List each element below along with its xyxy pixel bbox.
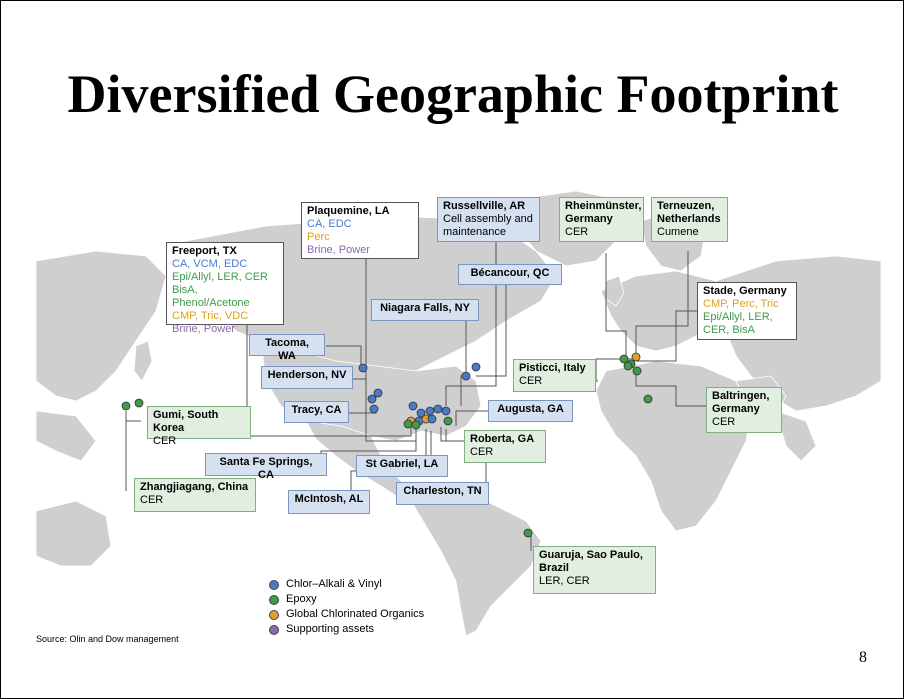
box-rheinmunster: Rheinmünster, Germany CER [559,197,644,242]
terneuzen-title: Netherlands [657,213,721,225]
augusta-title: Augusta, GA [497,403,564,415]
russellville-line: maintenance [443,226,506,238]
legend-item: Supporting assets [269,622,424,637]
box-terneuzen: Terneuzen, Netherlands Cumene [651,197,728,242]
slide-title: Diversified Geographic Footprint [67,64,839,124]
freeport-line: BisA, Phenol/Acetone [172,284,250,309]
box-santafe: Santa Fe Springs, CA [205,453,327,481]
box-russellville: Russellville, AR Cell assembly and maint… [437,197,540,242]
box-gumi: Gumi, South Korea CER [147,406,251,447]
plaquemine-line: CA, EDC [307,218,352,230]
terneuzen-title: Terneuzen, [657,200,715,212]
gumi-title: Gumi, South Korea [153,409,219,434]
legend-label: Supporting assets [286,623,375,635]
page-number: 8 [859,649,867,666]
zhangjiagang-line: CER [140,494,164,506]
rheinmunster-title: Rheinmünster, [565,200,642,212]
slide: Diversified Geographic Footprint Freepor… [0,0,904,699]
box-augusta: Augusta, GA [488,400,573,422]
plaquemine-line: Perc [307,231,330,243]
legend-item: Global Chlorinated Organics [269,607,424,622]
legend-dot [269,624,279,635]
becancour-title: Bécancour, QC [470,267,550,279]
box-zhangjiagang: Zhangjiagang, China CER [134,478,256,512]
box-tracy: Tracy, CA [284,401,349,423]
stade-line: CMP, Perc, Tric [703,298,779,310]
tracy-title: Tracy, CA [291,404,342,416]
guaruja-line: LER, CER [539,575,590,587]
box-mcintosh: McIntosh, AL [288,490,370,514]
box-baltringen: Baltringen, Germany CER [706,387,782,433]
legend-dot [269,609,279,620]
plaquemine-line: Brine, Power [307,244,370,256]
legend-item: Chlor–Alkali & Vinyl [269,577,424,592]
legend-label: Chlor–Alkali & Vinyl [286,578,382,590]
box-pisticci: Pisticci, Italy CER [513,359,596,392]
box-plaquemine: Plaquemine, LA CA, EDC Perc Brine, Power [301,202,419,259]
zhangjiagang-title: Zhangjiagang, China [140,481,249,493]
baltringen-title: Baltringen, [712,390,770,402]
source-note: Source: Olin and Dow management [36,634,179,644]
henderson-title: Henderson, NV [267,369,347,381]
roberta-title: Roberta, GA [470,433,535,445]
freeport-line: CA, VCM, EDC [172,258,248,270]
legend-label: Epoxy [286,593,317,605]
russellville-title: Russellville, AR [443,200,526,212]
stgabriel-title: St Gabriel, LA [365,458,439,470]
box-stgabriel: St Gabriel, LA [356,455,448,477]
freeport-title: Freeport, TX [172,245,237,257]
box-becancour: Bécancour, QC [458,264,562,285]
stade-line: CER, BisA [703,324,755,336]
rheinmunster-title: Germany [565,213,613,225]
roberta-line: CER [470,446,494,458]
tacoma-title: Tacoma, WA [265,337,309,362]
box-stade: Stade, Germany CMP, Perc, Tric Epi/Allyl… [697,282,797,340]
rheinmunster-line: CER [565,226,589,238]
legend-dot [269,594,279,605]
gumi-line: CER [153,435,177,447]
guaruja-title: Brazil [539,562,569,574]
legend-label: Global Chlorinated Organics [286,608,425,620]
box-tacoma: Tacoma, WA [249,334,325,362]
charleston-title: Charleston, TN [403,485,482,497]
baltringen-line: CER [712,416,736,428]
freeport-line: CMP, Tric, VDC [172,310,249,322]
guaruja-title: Guaruja, Sao Paulo, [539,549,643,561]
pisticci-title: Pisticci, Italy [519,362,586,374]
terneuzen-line: Cumene [657,226,699,238]
legend-item: Epoxy [269,592,424,607]
freeport-line: Epi/Allyl, LER, CER [172,271,268,283]
box-niagara: Niagara Falls, NY [371,299,479,321]
box-charleston: Charleston, TN [396,482,489,505]
niagara-title: Niagara Falls, NY [380,302,470,314]
legend: Chlor–Alkali & Vinyl Epoxy Global Chlori… [269,577,424,637]
box-freeport: Freeport, TX CA, VCM, EDC Epi/Allyl, LER… [166,242,284,335]
legend-dot [269,579,279,590]
box-roberta: Roberta, GA CER [464,430,546,463]
box-guaruja: Guaruja, Sao Paulo, Brazil LER, CER [533,546,656,594]
baltringen-title: Germany [712,403,760,415]
plaquemine-title: Plaquemine, LA [307,205,390,217]
stade-title: Stade, Germany [703,285,787,297]
pisticci-line: CER [519,375,543,387]
russellville-line: Cell assembly and [443,213,533,225]
mcintosh-title: McIntosh, AL [294,493,364,505]
box-henderson: Henderson, NV [261,366,353,389]
stade-line: Epi/Allyl, LER, [703,311,773,323]
